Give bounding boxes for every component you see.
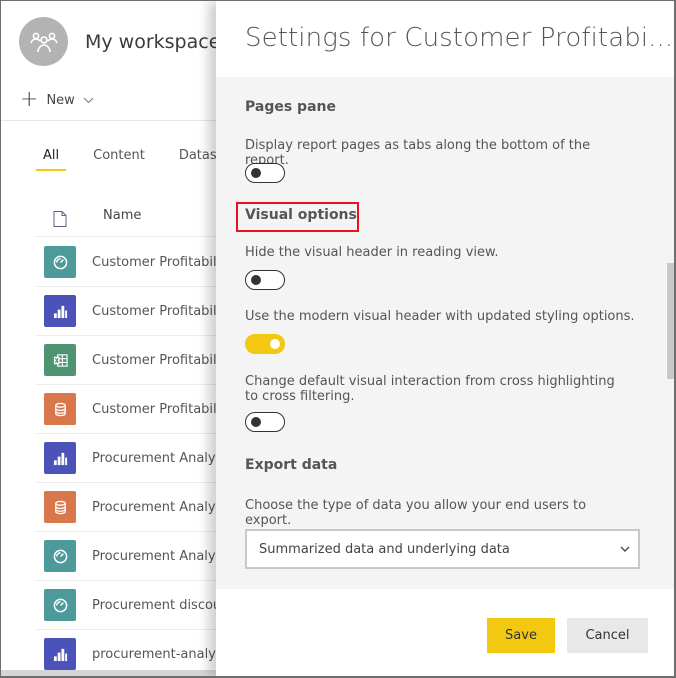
chevron-down-icon (83, 97, 94, 103)
option-description: Display report pages as tabs along the b… (245, 138, 591, 168)
excel-icon (44, 344, 76, 376)
option-description: Change default visual interaction from c… (245, 374, 615, 404)
list-item-name: Procurement Analysis (92, 450, 233, 466)
list-item[interactable]: Customer Profitability (36, 336, 241, 385)
toggle-cross-filtering[interactable] (245, 412, 285, 432)
list-item-name: Customer Profitability (92, 303, 234, 319)
list-item[interactable]: Procurement Analysis (36, 434, 241, 483)
toggle-knob (251, 275, 261, 285)
settings-title: Settings for Customer Profitabi... (245, 23, 674, 53)
workspace-pane: My workspace + New All Content Datasets … (1, 1, 241, 676)
list-item-name: procurement-analysis (92, 646, 234, 662)
workspace-header: My workspace (19, 17, 220, 66)
toggle-knob (270, 339, 280, 349)
new-button[interactable]: + New (20, 87, 94, 112)
export-data-selected-value: Summarized data and underlying data (259, 541, 510, 557)
database-icon (44, 491, 76, 523)
list-item[interactable]: Customer Profitability (36, 238, 241, 287)
tab-label: All (43, 148, 60, 163)
file-icon (53, 210, 67, 227)
settings-panel: Settings for Customer Profitabi... Pages… (216, 1, 674, 676)
gauge-icon (44, 589, 76, 621)
export-data-select[interactable]: Summarized data and underlying data (245, 529, 640, 569)
list-item-name: Procurement discount (92, 597, 235, 613)
toggle-knob (251, 168, 261, 178)
workspace-avatar (19, 17, 68, 66)
database-icon (44, 393, 76, 425)
cancel-label: Cancel (585, 628, 630, 643)
tab-all[interactable]: All (36, 148, 67, 171)
window-frame: My workspace + New All Content Datasets … (0, 0, 676, 678)
new-button-label: New (46, 92, 75, 108)
name-column-header[interactable]: Name (103, 208, 141, 223)
bar-chart-icon (44, 638, 76, 670)
gauge-icon (44, 540, 76, 572)
tab-label: Content (93, 148, 145, 163)
save-label: Save (505, 628, 537, 643)
save-button[interactable]: Save (487, 618, 555, 653)
settings-body: Pages pane Display report pages as tabs … (216, 77, 674, 589)
list-item-name: Customer Profitability (92, 352, 234, 368)
bar-chart-icon (44, 295, 76, 327)
horizontal-scrollbar[interactable] (1, 670, 241, 676)
plus-icon: + (20, 87, 39, 112)
vertical-scrollbar[interactable] (667, 263, 674, 379)
list-item[interactable]: Customer Profitability (36, 287, 241, 336)
option-description: Hide the visual header in reading view. (245, 245, 499, 260)
list-item-name: Customer Profitability (92, 401, 234, 417)
tab-content[interactable]: Content (86, 148, 152, 171)
toggle-modern-visual-header[interactable] (245, 334, 285, 354)
list-item[interactable]: Procurement Analysis (36, 483, 241, 532)
list-item[interactable]: Procurement discount (36, 581, 241, 630)
workspace-title: My workspace (85, 30, 221, 53)
divider (1, 120, 241, 121)
content-list: Customer Profitability Customer Profitabi… (36, 238, 241, 676)
gauge-icon (44, 246, 76, 278)
list-item-name: Procurement Analysis (92, 548, 233, 564)
toggle-hide-visual-header[interactable] (245, 270, 285, 290)
cancel-button[interactable]: Cancel (567, 618, 648, 653)
list-item[interactable]: Customer Profitability (36, 385, 241, 434)
section-title-visual-options: Visual options (245, 207, 357, 223)
list-header: Name (36, 201, 241, 237)
toggle-knob (251, 417, 261, 427)
list-item-name: Customer Profitability (92, 254, 234, 270)
option-description: Use the modern visual header with update… (245, 309, 635, 324)
people-group-icon (29, 32, 58, 52)
chevron-down-icon (620, 546, 630, 552)
list-item[interactable]: Procurement Analysis (36, 532, 241, 581)
bar-chart-icon (44, 442, 76, 474)
toggle-pages-pane[interactable] (245, 163, 285, 183)
list-item-name: Procurement Analysis (92, 499, 233, 515)
section-title-pages-pane: Pages pane (245, 99, 336, 115)
section-title-export-data: Export data (245, 457, 338, 473)
export-description: Choose the type of data you allow your e… (245, 498, 587, 528)
